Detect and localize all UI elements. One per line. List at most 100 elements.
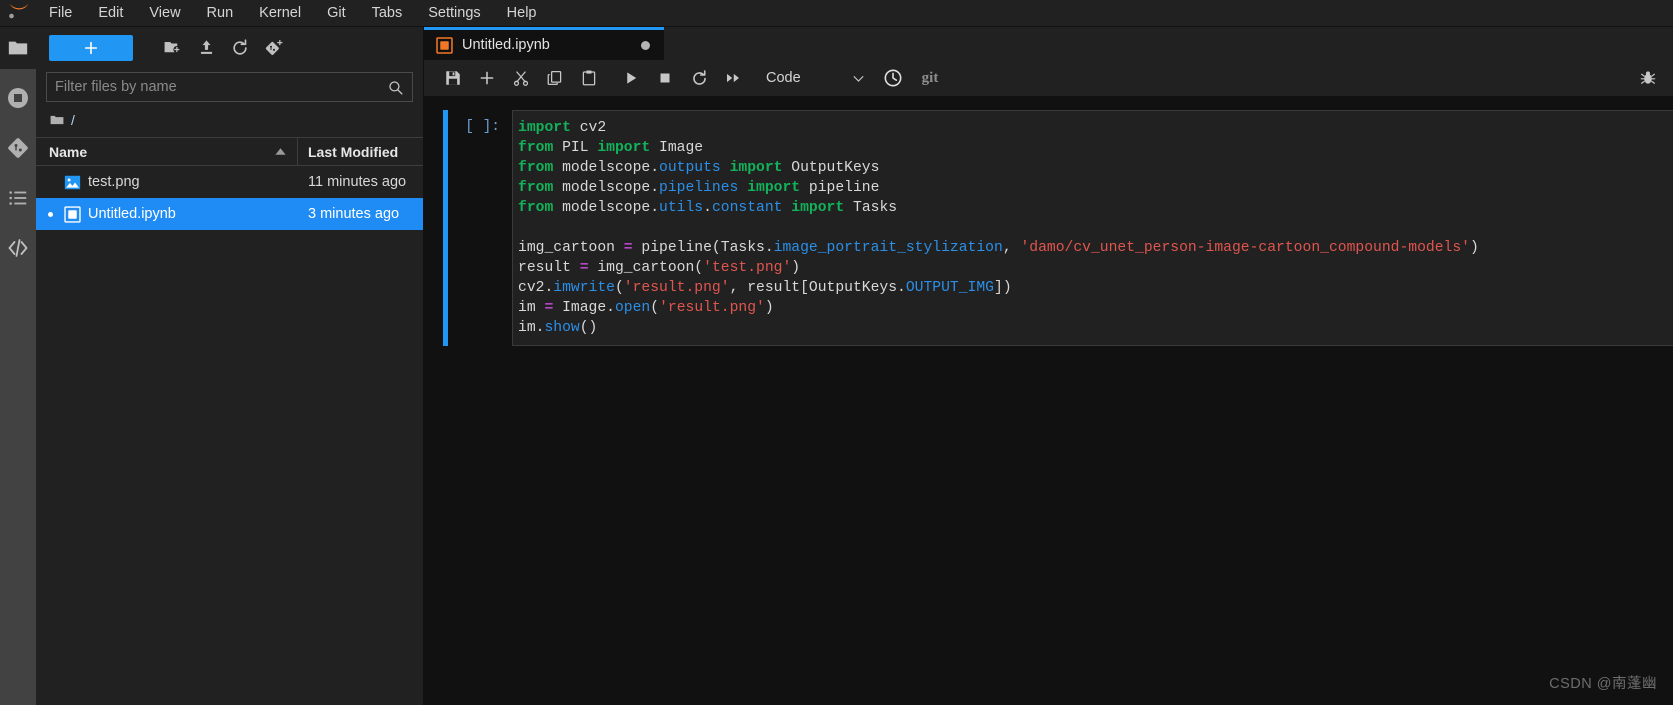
paste-cell-button[interactable]: [572, 64, 606, 92]
git-clone-button[interactable]: [257, 33, 291, 63]
code-token: from: [518, 160, 554, 176]
code-token: 'test.png': [703, 260, 792, 276]
stop-icon: [660, 73, 670, 83]
code-token: import: [597, 140, 651, 156]
notebook-cell[interactable]: [ ]: import cv2 from PIL import Image from…: [424, 97, 1673, 346]
code-token: OutputKeys: [782, 160, 880, 176]
code-token: modelscope.: [553, 160, 660, 176]
code-token: result: [518, 260, 580, 276]
fast-forward-icon: [727, 73, 739, 83]
code-token: Image: [650, 140, 704, 156]
code-token: 'result.png': [659, 300, 765, 316]
code-line: cv2.imwrite('result.png', result[OutputK…: [518, 278, 1673, 298]
code-token: show: [544, 320, 580, 336]
code-editor[interactable]: import cv2 from PIL import Image from mode…: [512, 110, 1673, 346]
tab-label: Untitled.ipynb: [462, 37, 550, 53]
code-token: modelscope.: [553, 200, 660, 216]
menu-kernel[interactable]: Kernel: [246, 0, 314, 27]
jupyter-logo[interactable]: [0, 0, 36, 27]
watermark: CSDN @南蓬幽: [1549, 676, 1657, 692]
cell-prompt: [ ]:: [465, 119, 500, 135]
tab-untitled-ipynb[interactable]: Untitled.ipynb: [424, 27, 664, 60]
sidebar-extension-manager[interactable]: [0, 227, 36, 269]
restart-and-run-all-button[interactable]: [716, 64, 750, 92]
refresh-file-list-button[interactable]: [223, 33, 257, 63]
kernel-history-button[interactable]: [876, 64, 910, 92]
code-token: PIL: [553, 140, 598, 156]
code-token: OUTPUT_IMG: [905, 280, 994, 296]
code-token: from: [518, 140, 554, 156]
cut-cell-button[interactable]: [504, 64, 538, 92]
search-input[interactable]: [55, 79, 387, 95]
menu-help[interactable]: Help: [494, 0, 550, 27]
column-header-name-label: Name: [49, 143, 88, 160]
code-token: ): [764, 300, 774, 316]
clock-icon: [884, 69, 902, 87]
git-toolbar-label[interactable]: git: [922, 70, 939, 87]
add-cell-icon: [480, 71, 494, 85]
code-line: im = Image.open('result.png'): [518, 298, 1673, 318]
file-modified-label: 3 minutes ago: [308, 206, 400, 222]
code-token: Image.: [553, 300, 615, 316]
code-token: constant: [711, 200, 783, 216]
folder-icon: [50, 115, 64, 125]
file-filter-box[interactable]: [46, 72, 413, 102]
file-filter-wrap: [36, 68, 423, 102]
code-token: pipelines: [659, 180, 739, 196]
tab-unsaved-indicator[interactable]: [641, 40, 650, 50]
menu-tabs[interactable]: Tabs: [359, 0, 416, 27]
new-folder-button[interactable]: [155, 33, 189, 63]
insert-cell-button[interactable]: [470, 64, 504, 92]
file-list-header: Name Last Modified: [36, 137, 423, 166]
breadcrumb[interactable]: /: [36, 106, 423, 134]
menu-file[interactable]: File: [36, 0, 85, 27]
list-item[interactable]: test.png 11 minutes ago: [36, 166, 423, 198]
upload-files-button[interactable]: [189, 33, 223, 63]
column-header-name[interactable]: Name: [36, 138, 298, 165]
extension-code-icon: [8, 239, 28, 257]
new-launcher-button[interactable]: [49, 34, 133, 61]
cell-type-select[interactable]: Code: [766, 70, 866, 86]
jupyterlab-window: File Edit View Run Kernel Git Tabs Setti…: [0, 0, 1673, 705]
file-name-cell: test.png: [36, 174, 298, 191]
menu-edit[interactable]: Edit: [85, 0, 136, 27]
restart-icon: [692, 69, 706, 85]
table-of-contents-icon: [9, 191, 27, 205]
code-line: from modelscope.outputs import OutputKey…: [518, 158, 1673, 178]
sidebar-file-browser[interactable]: [0, 27, 36, 69]
run-cell-button[interactable]: [614, 64, 648, 92]
list-item[interactable]: Untitled.ipynb 3 minutes ago: [36, 198, 423, 230]
menu-run[interactable]: Run: [194, 0, 247, 27]
code-line: from modelscope.pipelines import pipelin…: [518, 178, 1673, 198]
paste-icon: [582, 70, 596, 86]
interrupt-kernel-button[interactable]: [648, 64, 682, 92]
sidebar-running-sessions[interactable]: [0, 77, 36, 119]
code-token: ): [791, 260, 801, 276]
notebook-toolbar: Code git: [424, 60, 1673, 97]
search-icon: [389, 80, 403, 95]
save-notebook-button[interactable]: [436, 64, 470, 92]
copy-cell-button[interactable]: [538, 64, 572, 92]
code-token: cv2: [570, 120, 607, 136]
sidebar-git[interactable]: [0, 127, 36, 169]
code-token: ,: [1002, 240, 1021, 256]
restart-kernel-button[interactable]: [682, 64, 716, 92]
code-token: outputs: [659, 160, 721, 176]
code-token: utils: [659, 200, 704, 216]
sidebar-table-of-contents[interactable]: [0, 177, 36, 219]
code-token: Tasks: [844, 200, 898, 216]
code-token: =: [579, 260, 589, 276]
debugger-toggle-button[interactable]: [1631, 64, 1665, 92]
menu-git[interactable]: Git: [314, 0, 359, 27]
bug-icon: [1640, 71, 1656, 84]
folder-icon: [8, 41, 28, 55]
code-line: from modelscope.utils.constant import Ta…: [518, 198, 1673, 218]
breadcrumb-root[interactable]: /: [71, 112, 75, 128]
column-header-last-modified[interactable]: Last Modified: [298, 144, 423, 160]
code-line: img_cartoon = pipeline(Tasks.image_portr…: [518, 238, 1673, 258]
menu-view[interactable]: View: [136, 0, 193, 27]
code-token: (): [579, 320, 598, 336]
menu-settings[interactable]: Settings: [415, 0, 493, 27]
file-list: test.png 11 minutes ago Untitled.ipynb 3…: [36, 166, 423, 705]
code-token: , result[OutputKeys.: [729, 280, 906, 296]
